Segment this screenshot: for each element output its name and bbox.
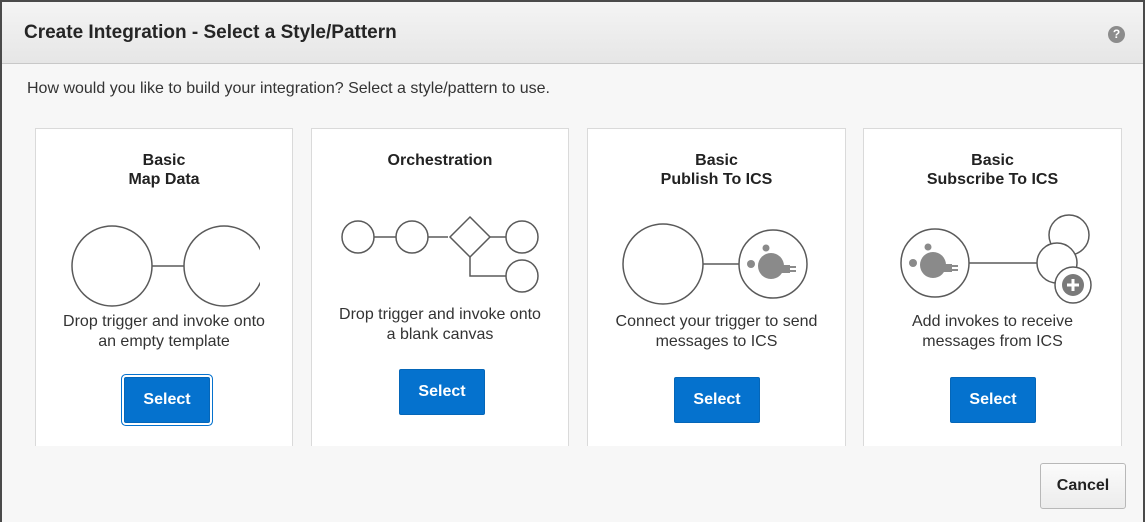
- pattern-title-line: Basic: [971, 152, 1014, 169]
- pattern-description-line: Drop trigger and invoke onto: [63, 313, 265, 330]
- pattern-title-line: Publish To ICS: [660, 171, 773, 188]
- pattern-description-line: Drop trigger and invoke onto: [339, 306, 541, 323]
- pattern-title: Basic Publish To ICS: [588, 151, 845, 189]
- publish-to-ics-diagram-icon: [622, 223, 808, 305]
- pattern-title-line: Basic: [695, 152, 738, 169]
- pattern-title: Basic Subscribe To ICS: [864, 151, 1121, 189]
- pattern-title-line: Map Data: [128, 171, 200, 188]
- select-basic-subscribe-to-ics-button[interactable]: Select: [950, 377, 1036, 423]
- pattern-title-line: Orchestration: [387, 152, 493, 169]
- pattern-title: Basic Map Data: [36, 151, 292, 189]
- map-data-diagram-icon: [71, 225, 260, 307]
- pattern-description: Drop trigger and invoke onto a blank can…: [312, 305, 568, 345]
- add-invoke-icon: [1062, 274, 1084, 296]
- subscribe-to-ics-diagram-icon: [900, 214, 1092, 304]
- dialog-title: Create Integration - Select a Style/Patt…: [24, 22, 397, 43]
- pattern-description-line: Connect your trigger to send: [615, 313, 818, 330]
- pattern-description-line: a blank canvas: [386, 326, 494, 343]
- pattern-description: Add invokes to receive messages from ICS: [864, 312, 1121, 352]
- pattern-card-basic-map-data: Basic Map Data Drop trigger and invoke o…: [35, 128, 293, 446]
- select-basic-publish-to-ics-button[interactable]: Select: [674, 377, 760, 423]
- help-icon[interactable]: ?: [1108, 26, 1125, 43]
- pattern-description-line: messages from ICS: [922, 333, 1063, 350]
- cancel-button[interactable]: Cancel: [1040, 463, 1126, 509]
- pattern-description-line: messages to ICS: [655, 333, 778, 350]
- pattern-description-line: an empty template: [98, 333, 230, 350]
- pattern-card-basic-subscribe-to-ics: Basic Subscribe To ICS Add invokes to re…: [863, 128, 1122, 446]
- pattern-title-line: Basic: [142, 152, 186, 169]
- create-integration-dialog: Create Integration - Select a Style/Patt…: [0, 0, 1145, 522]
- pattern-description-line: Add invokes to receive: [912, 313, 1073, 330]
- dialog-prompt: How would you like to build your integra…: [27, 80, 550, 97]
- select-orchestration-button[interactable]: Select: [399, 369, 485, 415]
- select-basic-map-data-button[interactable]: Select: [122, 375, 212, 425]
- pattern-description: Drop trigger and invoke onto an empty te…: [36, 312, 292, 352]
- pattern-title: Orchestration: [312, 151, 568, 170]
- pattern-title-line: Subscribe To ICS: [926, 171, 1059, 188]
- pattern-card-orchestration: Orchestration Drop trigger and invoke on…: [311, 128, 569, 446]
- orchestration-diagram-icon: [341, 215, 539, 293]
- pattern-description: Connect your trigger to send messages to…: [588, 312, 845, 352]
- dialog-header: Create Integration - Select a Style/Patt…: [2, 2, 1143, 64]
- pattern-card-basic-publish-to-ics: Basic Publish To ICS Connect your trigge…: [587, 128, 846, 446]
